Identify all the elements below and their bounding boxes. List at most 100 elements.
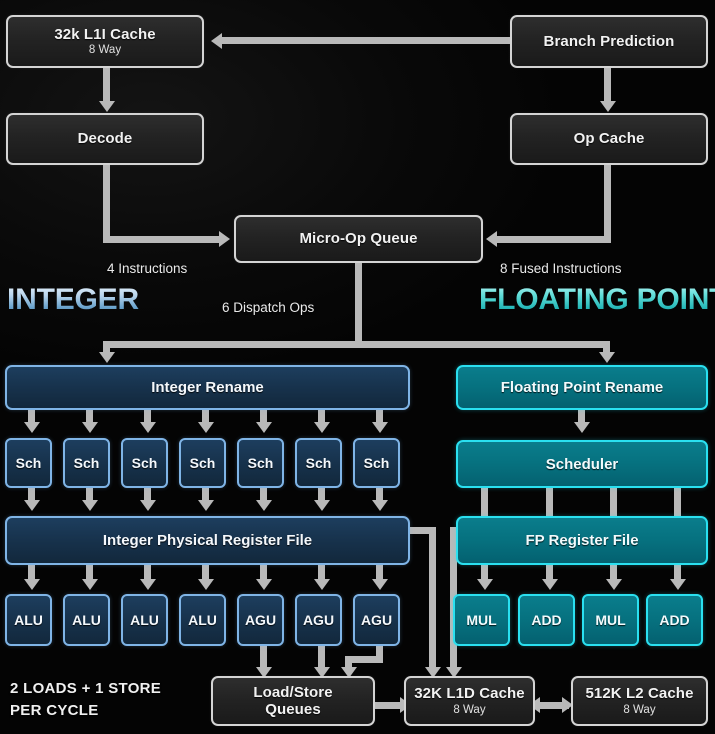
label-4-instructions: 4 Instructions <box>107 261 188 276</box>
connector-dispatch-bus <box>103 341 610 348</box>
cpu-block-diagram: 32k L1I Cache 8 Way Branch Prediction De… <box>0 0 715 734</box>
arrowhead-rename-to-sch-4 <box>197 422 214 433</box>
block-integer-scheduler-2[interactable]: Sch <box>63 438 110 488</box>
l1d-cache-title: 32K L1D Cache <box>414 685 525 703</box>
block-integer-eu-agu-1[interactable]: AGU <box>237 594 284 646</box>
block-op-cache[interactable]: Op Cache <box>510 113 708 165</box>
integer-eu-2-label: ALU <box>72 612 101 628</box>
block-floating-point-rename[interactable]: Floating Point Rename <box>456 365 708 410</box>
arrowhead-fprename-to-sched <box>573 422 590 433</box>
micro-op-queue-title: Micro-Op Queue <box>299 230 418 248</box>
l1i-cache-title: 32k L1I Cache <box>54 25 156 43</box>
heading-floating-point: FLOATING POINT <box>479 283 715 317</box>
block-l2-cache[interactable]: 512K L2 Cache 8 Way <box>571 676 708 726</box>
block-branch-prediction[interactable]: Branch Prediction <box>510 15 708 68</box>
loads-stores-line-1: 2 LOADS + 1 STORE <box>10 680 162 697</box>
block-integer-eu-alu-4[interactable]: ALU <box>179 594 226 646</box>
integer-eu-5-label: AGU <box>244 612 277 628</box>
arrowhead-prf-to-eu-7 <box>371 579 388 590</box>
connector-agu1-to-lsq <box>260 646 267 669</box>
arrowhead-dispatch-to-fp-rename <box>598 352 615 363</box>
block-integer-rename[interactable]: Integer Rename <box>5 365 410 410</box>
arrowhead-fprf-to-eu-2 <box>541 579 558 590</box>
l2-cache-title: 512K L2 Cache <box>585 685 694 703</box>
arrowhead-prf-to-eu-4 <box>197 579 214 590</box>
block-integer-eu-alu-2[interactable]: ALU <box>63 594 110 646</box>
arrowhead-sch-to-prf-3 <box>139 500 156 511</box>
arrowhead-sch-to-prf-6 <box>313 500 330 511</box>
arrowhead-rename-to-sch-2 <box>81 422 98 433</box>
integer-scheduler-5-label: Sch <box>247 455 274 471</box>
decode-title: Decode <box>77 130 133 148</box>
block-integer-eu-agu-3[interactable]: AGU <box>353 594 400 646</box>
block-l1i-cache[interactable]: 32k L1I Cache 8 Way <box>6 15 204 68</box>
arrowhead-sch-to-prf-2 <box>81 500 98 511</box>
block-integer-physical-register-file[interactable]: Integer Physical Register File <box>5 516 410 565</box>
load-store-queues-line-2: Queues <box>265 701 321 718</box>
fp-eu-4-label: ADD <box>659 612 690 628</box>
block-decode[interactable]: Decode <box>6 113 204 165</box>
block-integer-eu-alu-1[interactable]: ALU <box>5 594 52 646</box>
fp-eu-2-label: ADD <box>531 612 562 628</box>
arrowhead-l1i-to-decode <box>98 101 115 112</box>
connector-agu2-to-lsq <box>318 646 325 669</box>
block-integer-scheduler-7[interactable]: Sch <box>353 438 400 488</box>
arrowhead-rename-to-sch-6 <box>313 422 330 433</box>
arrowhead-opcache-to-uopq <box>486 231 497 247</box>
integer-scheduler-4-label: Sch <box>189 455 216 471</box>
label-6-dispatch-ops: 6 Dispatch Ops <box>222 300 315 315</box>
block-load-store-queues[interactable]: Load/Store Queues <box>211 676 375 726</box>
block-fp-eu-mul-2[interactable]: MUL <box>582 594 639 646</box>
block-integer-scheduler-1[interactable]: Sch <box>5 438 52 488</box>
connector-l1i-to-decode <box>103 68 110 104</box>
integer-eu-3-label: ALU <box>130 612 159 628</box>
block-integer-scheduler-5[interactable]: Sch <box>237 438 284 488</box>
fp-register-file-label: FP Register File <box>525 532 639 549</box>
block-fp-scheduler[interactable]: Scheduler <box>456 440 708 488</box>
arrowhead-decode-to-uopq <box>219 231 230 247</box>
integer-scheduler-3-label: Sch <box>131 455 158 471</box>
arrowhead-bp-to-l1i <box>211 32 222 49</box>
block-fp-eu-add-1[interactable]: ADD <box>518 594 575 646</box>
connector-decode-down <box>103 165 110 238</box>
block-integer-eu-agu-2[interactable]: AGU <box>295 594 342 646</box>
block-fp-eu-mul-1[interactable]: MUL <box>453 594 510 646</box>
heading-integer: INTEGER <box>7 283 139 316</box>
block-fp-register-file[interactable]: FP Register File <box>456 516 708 565</box>
integer-rename-label: Integer Rename <box>151 379 264 396</box>
block-integer-eu-alu-3[interactable]: ALU <box>121 594 168 646</box>
label-loads-stores-per-cycle: 2 LOADS + 1 STORE PER CYCLE <box>10 678 161 722</box>
arrowhead-sch-to-prf-7 <box>371 500 388 511</box>
block-integer-scheduler-4[interactable]: Sch <box>179 438 226 488</box>
integer-scheduler-7-label: Sch <box>363 455 390 471</box>
arrowhead-prf-to-eu-3 <box>139 579 156 590</box>
connector-fpsched-to-rf-1 <box>481 488 488 516</box>
connector-fpsched-to-rf-2 <box>546 488 553 516</box>
connector-lsq-to-l1d <box>373 702 403 709</box>
connector-opcache-down <box>604 165 611 238</box>
op-cache-title: Op Cache <box>573 130 645 148</box>
integer-scheduler-1-label: Sch <box>15 455 42 471</box>
load-store-queues-line-1: Load/Store <box>253 683 333 701</box>
arrowhead-sch-to-prf-5 <box>255 500 272 511</box>
block-l1d-cache[interactable]: 32K L1D Cache 8 Way <box>404 676 535 726</box>
connector-fpsched-to-rf-3 <box>610 488 617 516</box>
block-fp-eu-add-2[interactable]: ADD <box>646 594 703 646</box>
integer-scheduler-2-label: Sch <box>73 455 100 471</box>
arrowhead-rename-to-sch-1 <box>23 422 40 433</box>
arrowhead-rename-to-sch-3 <box>139 422 156 433</box>
integer-eu-6-label: AGU <box>302 612 335 628</box>
arrowhead-prf-to-eu-6 <box>313 579 330 590</box>
block-integer-scheduler-6[interactable]: Sch <box>295 438 342 488</box>
integer-eu-4-label: ALU <box>188 612 217 628</box>
l1d-cache-subtitle: 8 Way <box>453 703 486 716</box>
arrowhead-fprf-to-eu-1 <box>476 579 493 590</box>
block-micro-op-queue[interactable]: Micro-Op Queue <box>234 215 483 263</box>
connector-fpsched-to-rf-4 <box>674 488 681 516</box>
arrowhead-prf-to-eu-5 <box>255 579 272 590</box>
connector-decode-to-uopq <box>103 236 221 243</box>
arrowhead-fprf-to-eu-3 <box>605 579 622 590</box>
branch-prediction-title: Branch Prediction <box>543 32 675 50</box>
arrowhead-prf-to-eu-1 <box>23 579 40 590</box>
block-integer-scheduler-3[interactable]: Sch <box>121 438 168 488</box>
